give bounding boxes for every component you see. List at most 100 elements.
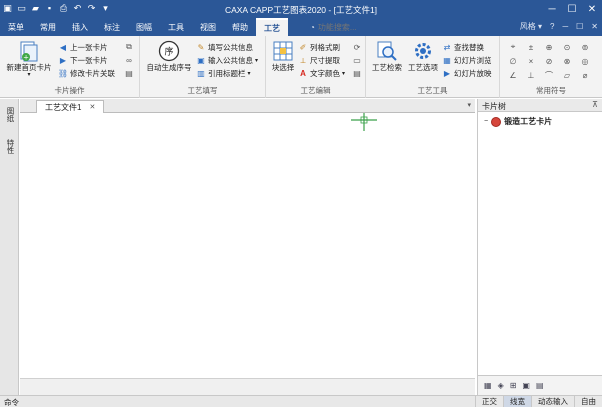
symbol-icon[interactable]: ⊗ [562, 56, 572, 66]
status-free-mode[interactable]: 自由 [574, 396, 602, 407]
slide-browse-button[interactable]: ▦ 幻灯片浏览 [442, 55, 491, 66]
document-tab[interactable]: 工艺文件1 ✕ [36, 100, 105, 113]
symbol-icon[interactable]: ⊥ [526, 70, 536, 80]
style-selector[interactable]: 风格 ▾ [520, 21, 542, 32]
find-replace-icon: ⇄ [443, 42, 451, 52]
format-brush-label: 列格式刷 [310, 43, 340, 52]
symbol-icon[interactable]: ⌖ [508, 42, 518, 52]
title-block-icon: ▥ [197, 68, 205, 78]
write-public-info-button[interactable]: ✎ 填写公共信息 [196, 42, 253, 53]
input-public-info-button[interactable]: ▣ 输入公共信息 ▾ [196, 55, 258, 66]
tab-menu[interactable]: 菜单 [0, 18, 32, 36]
maximize-icon[interactable]: ☐ [562, 0, 582, 18]
chevron-down-icon: ▾ [27, 72, 31, 79]
ribbon-close-icon[interactable]: ✕ [591, 22, 598, 31]
edit-box-icon[interactable]: ▭ [352, 55, 362, 65]
symbol-icon[interactable]: ∠ [508, 70, 518, 80]
arrow-left-icon: ◀ [59, 42, 67, 52]
tab-tools[interactable]: 工具 [160, 18, 192, 36]
next-card-button[interactable]: ▶ 下一张卡片 [58, 55, 108, 66]
tree-tool-icon[interactable]: ▦ [484, 381, 492, 390]
symbol-icon[interactable]: ⊚ [580, 42, 590, 52]
symbol-icon[interactable]: ⌒ [544, 70, 554, 80]
status-ortho-toggle[interactable]: 正交 [475, 396, 503, 407]
tab-common[interactable]: 常用 [32, 18, 64, 36]
tree-tool-icon[interactable]: ◈ [498, 381, 504, 390]
new-card-icon: + [18, 40, 40, 62]
process-search-button[interactable]: 工艺检索 [370, 40, 404, 72]
brush-icon: ✐ [299, 42, 307, 52]
style-label: 风格 [519, 22, 536, 31]
tab-sheet[interactable]: 图幅 [128, 18, 160, 36]
cite-title-bar-button[interactable]: ▥ 引用标题栏 ▾ [196, 68, 251, 79]
card-copy-icon[interactable]: ⧉ [124, 42, 134, 52]
tree-tool-icon[interactable]: ⊞ [510, 381, 517, 390]
prev-card-button[interactable]: ◀ 上一张卡片 [58, 42, 108, 53]
tab-properties[interactable]: 特性 [3, 139, 16, 154]
card-chain-icon[interactable]: ∞ [124, 55, 134, 65]
size-extract-button[interactable]: ⟂ 尺寸提取 [298, 55, 340, 66]
process-options-button[interactable]: 工艺选项 [406, 40, 440, 72]
tab-annotate[interactable]: 标注 [96, 18, 128, 36]
help-icon[interactable]: ? [550, 22, 554, 31]
symbol-icon[interactable]: × [526, 56, 536, 66]
chevron-down-icon[interactable]: ▾ [467, 101, 471, 109]
horizontal-scrollbar[interactable] [20, 378, 475, 395]
common-symbols-group-label: 常用符号 [536, 86, 566, 95]
title-bar: ▣ ▭ ▰ ▪ ⎙ ↶ ↷ ▾ CAXA CAPP工艺图表2020 - [工艺文… [0, 0, 602, 18]
forging-card-icon [491, 116, 502, 127]
card-ops-group-label: 卡片操作 [54, 86, 85, 95]
text-color-button[interactable]: A 文字颜色 ▾ [298, 68, 345, 79]
text-color-label: 文字颜色 [310, 69, 340, 78]
minimize-icon[interactable]: ─ [542, 0, 562, 18]
status-linewidth-toggle[interactable]: 线宽 [503, 396, 531, 407]
tab-view[interactable]: 视图 [192, 18, 224, 36]
tree-tool-icon[interactable]: ▣ [522, 381, 530, 390]
find-replace-button[interactable]: ⇄ 查找替换 [442, 42, 484, 53]
symbol-icon[interactable]: ∅ [508, 56, 518, 66]
slide-play-button[interactable]: ▶ 幻灯片放映 [442, 68, 492, 79]
tree-tool-icon[interactable]: ▤ [536, 381, 544, 390]
write-public-label: 填写公共信息 [208, 43, 253, 52]
status-dynamic-input-toggle[interactable]: 动态输入 [531, 396, 574, 407]
tab-insert[interactable]: 插入 [64, 18, 96, 36]
tree-item[interactable]: − 锻造工艺卡片 [484, 116, 552, 127]
close-icon[interactable]: ✕ [582, 0, 602, 18]
ruler-icon: ⟂ [300, 55, 306, 65]
ribbon-restore-icon[interactable]: ☐ [576, 22, 583, 31]
symbol-icon[interactable]: ± [526, 42, 536, 52]
pin-icon[interactable]: ⊼ [592, 100, 598, 109]
gear-icon [412, 40, 434, 62]
symbol-icon[interactable]: ◎ [580, 56, 590, 66]
text-color-icon: A [300, 68, 306, 78]
close-icon[interactable]: ✕ [89, 103, 95, 111]
window-controls: ─ ☐ ✕ [542, 0, 602, 18]
auto-seq-button[interactable]: 序 自动生成序号 [144, 40, 194, 72]
tab-help[interactable]: 帮助 [224, 18, 256, 36]
tab-process[interactable]: 工艺 [256, 18, 288, 36]
card-list-icon[interactable]: ▤ [124, 68, 134, 78]
chevron-down-icon: ▾ [247, 71, 251, 77]
function-search: ◔ [310, 21, 378, 33]
function-search-input[interactable] [317, 21, 378, 33]
tree-expand-icon[interactable]: − [484, 118, 488, 125]
card-tree-title: 卡片树 [482, 102, 506, 111]
block-select-button[interactable]: 块选择 [268, 40, 298, 72]
symbol-icon[interactable]: ⌀ [580, 70, 590, 80]
symbol-icon[interactable]: ▱ [562, 70, 572, 80]
ribbon-tabs: 菜单 常用 插入 标注 图幅 工具 视图 帮助 工艺 [0, 18, 288, 36]
process-tools-group-label: 工艺工具 [417, 86, 448, 95]
edit-layout-icon[interactable]: ▤ [352, 68, 362, 78]
format-brush-button[interactable]: ✐ 列格式刷 [298, 42, 340, 53]
document-canvas[interactable] [20, 113, 475, 378]
symbol-icon[interactable]: ⊘ [544, 56, 554, 66]
new-home-card-button[interactable]: + 新建首页卡片 ▾ [4, 40, 54, 79]
modify-card-link-button[interactable]: ⛓ 修改卡片关联 [58, 68, 115, 79]
ribbon-minimize-icon[interactable]: ─ [562, 22, 568, 31]
symbol-icon[interactable]: ⊙ [562, 42, 572, 52]
process-fill-group-label: 工艺填写 [187, 86, 218, 95]
status-bar: 命令 正交 线宽 动态输入 自由 [0, 395, 602, 407]
tab-drawing[interactable]: 图纸 [3, 107, 16, 122]
edit-refresh-icon[interactable]: ⟳ [352, 42, 362, 52]
symbol-icon[interactable]: ⊕ [544, 42, 554, 52]
